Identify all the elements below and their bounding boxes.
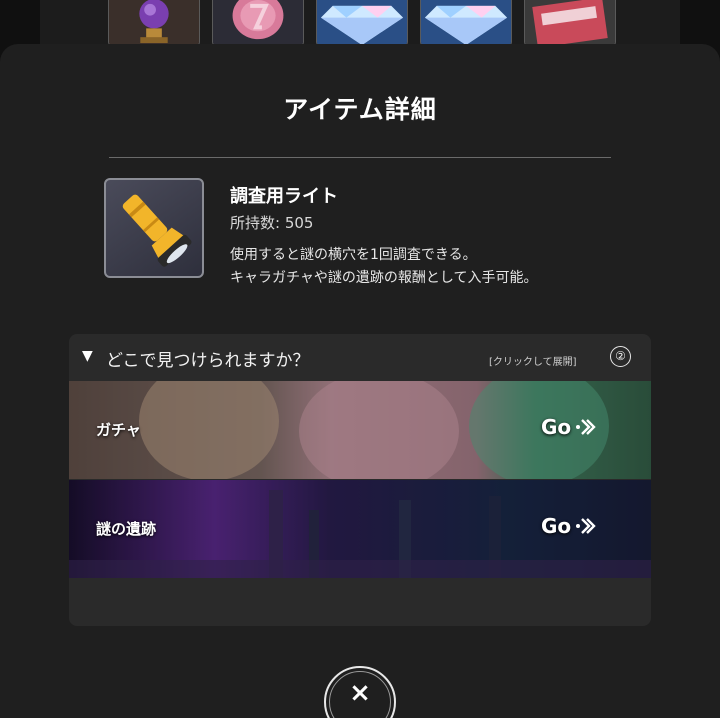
item-description-line: 使用すると謎の横穴を1回調査できる。 <box>230 247 477 263</box>
source-label: 謎の遺跡 <box>96 520 157 538</box>
double-chevron-right-icon <box>575 515 597 537</box>
where-to-find-question: どこで見つけられますか？ <box>106 351 310 371</box>
crystal-orb-icon[interactable] <box>108 0 200 46</box>
where-to-find-panel: ▼ どこで見つけられますか？ [クリックして展開] ② ガチャ Go 謎の遺跡 … <box>69 334 651 626</box>
expand-hint: [クリックして展開] <box>489 357 577 368</box>
item-name: 調査用ライト <box>230 186 338 207</box>
double-chevron-right-icon <box>575 416 597 438</box>
item-description: 使用すると謎の横穴を1回調査できる。 キャラガチャや謎の遺跡の報酬として入手可能… <box>230 244 537 290</box>
go-button[interactable]: Go <box>541 415 597 439</box>
pink-coin-icon[interactable] <box>212 0 304 46</box>
source-label: ガチャ <box>96 421 141 439</box>
diamond-icon[interactable] <box>316 0 408 46</box>
source-row-gacha[interactable]: ガチャ Go <box>69 381 651 479</box>
diamond-icon[interactable] <box>420 0 512 46</box>
item-detail-modal: アイテム詳細 調査用ライト 所持数: 505 使用すると謎の横穴を1回調査できる… <box>0 44 720 718</box>
close-button-inner[interactable]: × <box>329 671 391 718</box>
item-count: 所持数: 505 <box>230 214 314 232</box>
where-to-find-header[interactable]: ▼ どこで見つけられますか？ [クリックして展開] ② <box>69 334 651 380</box>
modal-title: アイテム詳細 <box>283 95 437 124</box>
collapse-triangle-icon[interactable]: ▼ <box>82 348 93 364</box>
go-label: Go <box>541 514 572 538</box>
go-label: Go <box>541 415 572 439</box>
flashlight-icon <box>104 178 204 278</box>
screen: アイテム詳細 調査用ライト 所持数: 505 使用すると謎の横穴を1回調査できる… <box>0 0 720 718</box>
source-row-ruins[interactable]: 謎の遺跡 Go <box>69 480 651 578</box>
ticket-card-icon[interactable] <box>524 0 616 46</box>
help-icon[interactable]: ② <box>610 346 631 367</box>
go-button[interactable]: Go <box>541 514 597 538</box>
close-icon: × <box>349 678 371 708</box>
item-description-line: キャラガチャや謎の遺跡の報酬として入手可能。 <box>230 270 538 286</box>
title-divider <box>109 157 611 158</box>
